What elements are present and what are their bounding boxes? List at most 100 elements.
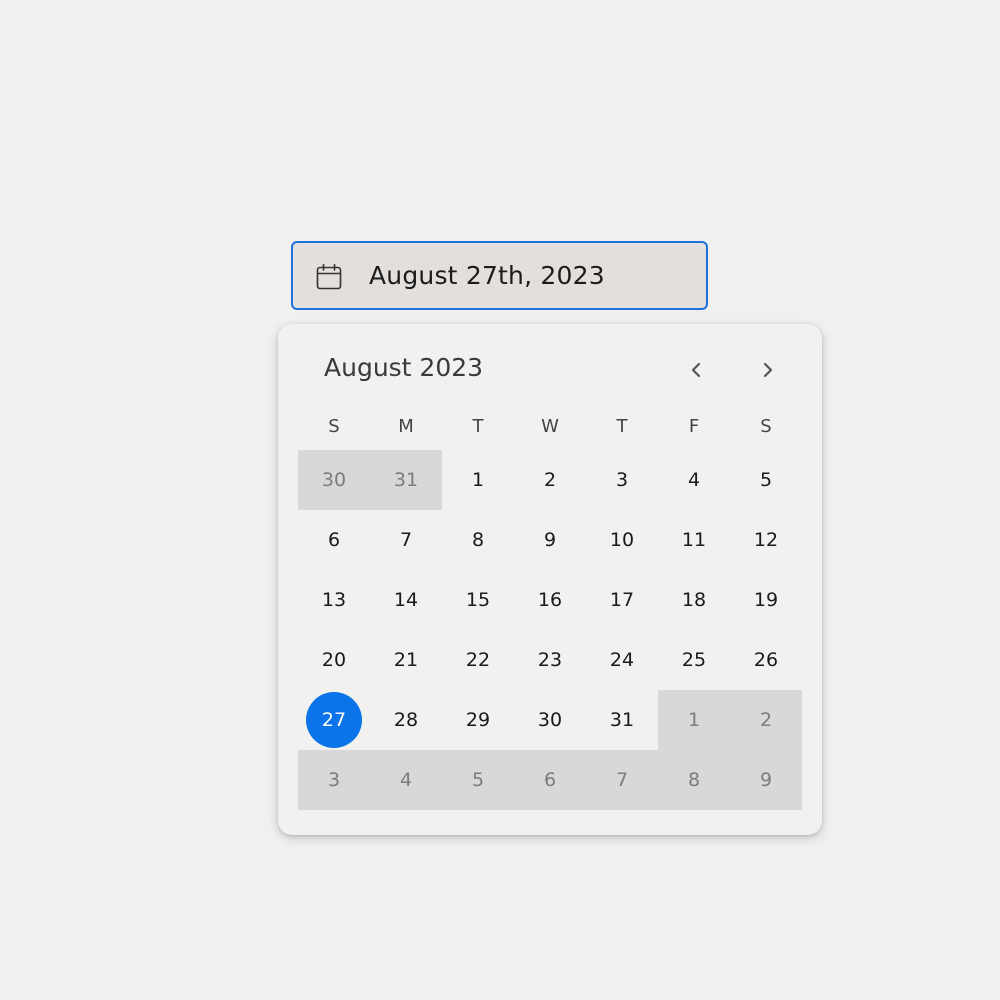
day-number: 11 <box>681 529 707 551</box>
day-cell[interactable]: 29 <box>442 690 514 750</box>
day-number: 5 <box>471 769 485 791</box>
day-cell[interactable]: 7 <box>370 510 442 570</box>
day-number: 8 <box>471 529 485 551</box>
day-number: 8 <box>687 769 701 791</box>
day-number: 4 <box>687 469 701 491</box>
day-number: 3 <box>615 469 629 491</box>
outside-month-day-cell[interactable]: 2 <box>730 690 802 750</box>
calendar-grid: S M T W T F S 30 31 1 2 3 4 5 6 7 8 9 10 11 12 13 14 15 1… <box>298 404 802 810</box>
weekday-label: M <box>398 416 414 437</box>
weekday-label: S <box>760 416 772 437</box>
chevron-left-icon <box>691 362 701 378</box>
day-cell[interactable]: 13 <box>298 570 370 630</box>
day-number: 28 <box>393 709 419 731</box>
day-cell[interactable]: 30 <box>514 690 586 750</box>
outside-month-day-cell[interactable]: 5 <box>442 750 514 810</box>
weekday-label: T <box>616 416 628 437</box>
day-cell[interactable]: 5 <box>730 450 802 510</box>
day-number: 14 <box>393 589 419 611</box>
calendar-popover: August 2023 S M T W T F S 30 31 1 2 3 4 5 6 7 8 9 1… <box>278 324 822 835</box>
day-number: 7 <box>399 529 413 551</box>
date-value: August 27th, 2023 <box>369 261 605 290</box>
day-cell[interactable]: 9 <box>514 510 586 570</box>
previous-month-button[interactable] <box>678 352 714 388</box>
day-number: 31 <box>609 709 635 731</box>
day-cell[interactable]: 12 <box>730 510 802 570</box>
outside-month-day-cell[interactable]: 1 <box>658 690 730 750</box>
day-number: 2 <box>759 709 773 731</box>
weekday-label: F <box>688 416 700 437</box>
chevron-right-icon <box>763 362 773 378</box>
date-input[interactable]: August 27th, 2023 <box>291 241 708 310</box>
day-number: 7 <box>615 769 629 791</box>
day-cell[interactable]: 18 <box>658 570 730 630</box>
day-number: 3 <box>327 769 341 791</box>
day-cell[interactable]: 20 <box>298 630 370 690</box>
day-cell[interactable]: 17 <box>586 570 658 630</box>
day-cell[interactable]: 11 <box>658 510 730 570</box>
next-month-button[interactable] <box>750 352 786 388</box>
outside-month-day-cell[interactable]: 30 <box>298 450 370 510</box>
day-cell[interactable]: 19 <box>730 570 802 630</box>
day-number: 4 <box>399 769 413 791</box>
day-cell[interactable]: 16 <box>514 570 586 630</box>
day-number: 31 <box>393 469 419 491</box>
day-cell[interactable]: 2 <box>514 450 586 510</box>
day-number: 1 <box>687 709 701 731</box>
day-number: 9 <box>759 769 773 791</box>
day-cell[interactable]: 4 <box>658 450 730 510</box>
day-number: 30 <box>321 469 347 491</box>
day-cell[interactable]: 31 <box>586 690 658 750</box>
day-number: 22 <box>465 649 491 671</box>
day-cell[interactable]: 14 <box>370 570 442 630</box>
weekday-label: S <box>328 416 340 437</box>
day-number: 9 <box>543 529 557 551</box>
day-cell[interactable]: 8 <box>442 510 514 570</box>
day-number: 6 <box>543 769 557 791</box>
day-number: 27 <box>306 692 362 748</box>
outside-month-day-cell[interactable]: 3 <box>298 750 370 810</box>
day-number: 26 <box>753 649 779 671</box>
outside-month-day-cell[interactable]: 4 <box>370 750 442 810</box>
calendar-icon <box>316 263 342 290</box>
day-cell[interactable]: 15 <box>442 570 514 630</box>
day-number: 17 <box>609 589 635 611</box>
day-number: 19 <box>753 589 779 611</box>
day-cell[interactable]: 6 <box>298 510 370 570</box>
outside-month-day-cell[interactable]: 6 <box>514 750 586 810</box>
day-number: 23 <box>537 649 563 671</box>
day-cell[interactable]: 22 <box>442 630 514 690</box>
day-cell[interactable]: 21 <box>370 630 442 690</box>
day-number: 1 <box>471 469 485 491</box>
day-cell[interactable]: 28 <box>370 690 442 750</box>
day-cell[interactable]: 1 <box>442 450 514 510</box>
day-number: 29 <box>465 709 491 731</box>
day-number: 6 <box>327 529 341 551</box>
day-number: 16 <box>537 589 563 611</box>
day-grid: 30 31 1 2 3 4 5 6 7 8 9 10 11 12 13 14 15 16 17 18 19 20 21 22 2… <box>298 450 802 810</box>
day-cell[interactable]: 24 <box>586 630 658 690</box>
day-number: 15 <box>465 589 491 611</box>
day-number: 5 <box>759 469 773 491</box>
day-cell[interactable]: 3 <box>586 450 658 510</box>
selected-day-cell[interactable]: 27 <box>298 690 370 750</box>
weekday-header-row: S M T W T F S <box>298 404 802 450</box>
day-number: 2 <box>543 469 557 491</box>
day-number: 10 <box>609 529 635 551</box>
month-year-label: August 2023 <box>324 353 484 382</box>
outside-month-day-cell[interactable]: 31 <box>370 450 442 510</box>
weekday-label: T <box>472 416 484 437</box>
day-cell[interactable]: 23 <box>514 630 586 690</box>
day-number: 18 <box>681 589 707 611</box>
outside-month-day-cell[interactable]: 7 <box>586 750 658 810</box>
day-cell[interactable]: 25 <box>658 630 730 690</box>
day-number: 12 <box>753 529 779 551</box>
day-number: 21 <box>393 649 419 671</box>
day-cell[interactable]: 10 <box>586 510 658 570</box>
weekday-label: W <box>541 416 559 437</box>
day-number: 13 <box>321 589 347 611</box>
day-number: 25 <box>681 649 707 671</box>
outside-month-day-cell[interactable]: 8 <box>658 750 730 810</box>
outside-month-day-cell[interactable]: 9 <box>730 750 802 810</box>
day-cell[interactable]: 26 <box>730 630 802 690</box>
